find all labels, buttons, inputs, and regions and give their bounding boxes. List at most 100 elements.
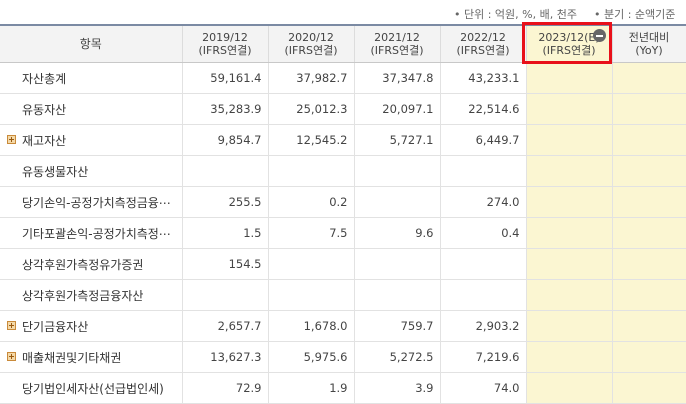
row-label: 자산총계 (0, 62, 183, 94)
value-cell (526, 310, 613, 342)
value-cell: 1,678.0 (268, 310, 355, 342)
value-cell: 43,233.1 (440, 62, 527, 94)
table-body: 자산총계 59,161.4 37,982.7 37,347.8 43,233.1 유동자산… (0, 62, 686, 404)
row-label[interactable]: 재고자산 (0, 124, 183, 156)
value-cell: 1.5 (182, 217, 269, 249)
value-cell: 6,449.7 (440, 124, 527, 156)
value-cell (354, 248, 441, 280)
value-cell: 59,161.4 (182, 62, 269, 94)
row-label[interactable]: 매출채권및기타채권 (0, 341, 183, 373)
value-cell: 2,903.2 (440, 310, 527, 342)
expand-plus-icon[interactable] (7, 321, 16, 330)
expand-plus-icon[interactable] (7, 135, 16, 144)
column-period: 2022/12 (460, 31, 506, 44)
row-name: 기타포괄손익-공정가치측정⋯ (22, 226, 171, 241)
row-name: 유동자산 (22, 102, 67, 117)
table-row: 단기금융자산 2,657.7 1,678.0 759.7 2,903.2 (0, 310, 686, 342)
value-cell: 759.7 (354, 310, 441, 342)
value-cell (612, 310, 686, 342)
column-header-2019: 2019/12 (IFRS연결) (182, 24, 269, 63)
row-name: 유동생물자산 (22, 164, 89, 179)
value-cell (268, 155, 355, 187)
row-name: 매출채권및기타채권 (22, 350, 122, 365)
column-header-item: 항목 (0, 24, 183, 63)
value-cell: 5,272.5 (354, 341, 441, 373)
value-cell: 5,975.6 (268, 341, 355, 373)
row-label: 상각후원가측정금융자산 (0, 279, 183, 311)
value-cell (526, 62, 613, 94)
value-cell: 25,012.3 (268, 93, 355, 125)
row-label: 유동생물자산 (0, 155, 183, 187)
value-cell (612, 248, 686, 280)
table-row: 당기법인세자산(선급법인세) 72.9 1.9 3.9 74.0 (0, 372, 686, 404)
table-row: 재고자산 9,854.7 12,545.2 5,727.1 6,449.7 (0, 124, 686, 156)
value-cell (526, 341, 613, 373)
value-cell (612, 341, 686, 373)
value-cell (612, 124, 686, 156)
table-row: 기타포괄손익-공정가치측정⋯ 1.5 7.5 9.6 0.4 (0, 217, 686, 249)
value-cell: 20,097.1 (354, 93, 441, 125)
value-cell: 9.6 (354, 217, 441, 249)
value-cell: 35,283.9 (182, 93, 269, 125)
column-header-2022: 2022/12 (IFRS연결) (440, 24, 527, 63)
value-cell (354, 155, 441, 187)
value-cell: 154.5 (182, 248, 269, 280)
value-cell: 74.0 (440, 372, 527, 404)
value-cell (612, 93, 686, 125)
value-cell (526, 93, 613, 125)
value-cell: 72.9 (182, 372, 269, 404)
value-cell: 12,545.2 (268, 124, 355, 156)
value-cell (526, 217, 613, 249)
table-row: 당기손익-공정가치측정금융⋯ 255.5 0.2 274.0 (0, 186, 686, 218)
value-cell: 274.0 (440, 186, 527, 218)
column-basis: (IFRS연결) (456, 44, 510, 57)
value-cell (612, 372, 686, 404)
value-cell: 13,627.3 (182, 341, 269, 373)
column-basis: (YoY) (635, 44, 663, 57)
value-cell: 255.5 (182, 186, 269, 218)
value-cell (440, 279, 527, 311)
row-label: 당기손익-공정가치측정금융⋯ (0, 186, 183, 218)
value-cell (526, 186, 613, 218)
column-basis: (IFRS연결) (370, 44, 424, 57)
table-row: 유동생물자산 (0, 155, 686, 187)
value-cell (612, 62, 686, 94)
value-cell: 5,727.1 (354, 124, 441, 156)
value-cell: 7,219.6 (440, 341, 527, 373)
row-name: 상각후원가측정유가증권 (22, 257, 144, 272)
basis-label: • 분기 : 순액기준 (594, 8, 676, 21)
value-cell (612, 279, 686, 311)
value-cell: 22,514.6 (440, 93, 527, 125)
row-name: 상각후원가측정금융자산 (22, 288, 144, 303)
column-period: 2021/12 (374, 31, 420, 44)
expand-plus-icon[interactable] (7, 352, 16, 361)
value-cell: 0.4 (440, 217, 527, 249)
value-cell (612, 155, 686, 187)
unit-label: • 단위 : 억원, %, 배, 천주 (454, 8, 577, 21)
row-name: 당기법인세자산(선급법인세) (22, 381, 164, 396)
table-row: 상각후원가측정유가증권 154.5 (0, 248, 686, 280)
value-cell: 9,854.7 (182, 124, 269, 156)
value-cell: 2,657.7 (182, 310, 269, 342)
value-cell: 0.2 (268, 186, 355, 218)
table-row: 자산총계 59,161.4 37,982.7 37,347.8 43,233.1 (0, 62, 686, 94)
balance-sheet-table: 항목 2019/12 (IFRS연결) 2020/12 (IFRS연결) 202… (0, 24, 686, 404)
value-cell: 3.9 (354, 372, 441, 404)
column-period: 2020/12 (288, 31, 334, 44)
value-cell (526, 155, 613, 187)
row-name: 단기금융자산 (22, 319, 89, 334)
column-header-2021: 2021/12 (IFRS연결) (354, 24, 441, 63)
value-cell (182, 155, 269, 187)
row-name: 당기손익-공정가치측정금융⋯ (22, 195, 171, 210)
value-cell (526, 279, 613, 311)
value-cell: 37,982.7 (268, 62, 355, 94)
collapse-icon[interactable] (592, 29, 606, 42)
column-header-yoy: 전년대비 (YoY) (612, 24, 686, 63)
column-basis: (IFRS연결) (198, 44, 252, 57)
row-label[interactable]: 단기금융자산 (0, 310, 183, 342)
column-header-2023e: 2023/12(E) (IFRS연결) (526, 24, 613, 63)
column-basis: (IFRS연결) (542, 44, 596, 57)
value-cell (354, 186, 441, 218)
value-cell: 1.9 (268, 372, 355, 404)
value-cell (440, 248, 527, 280)
